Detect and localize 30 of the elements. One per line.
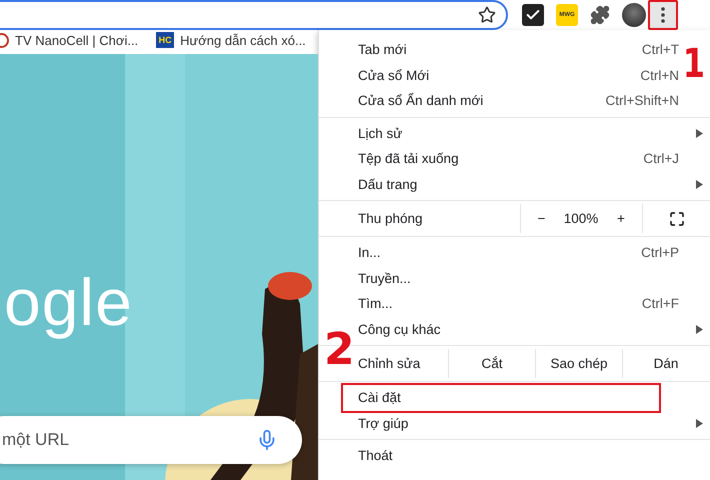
search-box[interactable]: một URL xyxy=(0,416,302,464)
checkmark-icon[interactable] xyxy=(522,4,544,26)
step-number: 1 xyxy=(682,44,706,84)
address-bar[interactable] xyxy=(0,0,508,30)
bookmark-star-icon[interactable] xyxy=(478,6,496,24)
menu-label: Thu phóng xyxy=(357,210,424,228)
menu-item[interactable]: Cửa sổ Ẩn danh mới Ctrl+Shift+N xyxy=(319,88,681,114)
menu-item[interactable]: Tab mới Ctrl+T xyxy=(319,37,681,62)
menu-item[interactable]: Tệp đã tải xuống Ctrl+J xyxy=(319,146,681,172)
logo-text: ogle xyxy=(4,264,133,340)
menu-icon xyxy=(661,7,665,23)
menu-item[interactable]: Tìm... Ctrl+F xyxy=(319,291,681,316)
menu-item[interactable]: In... Ctrl+P xyxy=(319,240,681,266)
favicon-icon: HC xyxy=(156,32,174,48)
bookmark-link[interactable]: Hướng dẫn cách xó... xyxy=(180,32,306,48)
menu-item[interactable]: Lịch sử xyxy=(319,120,681,146)
extensions-icon[interactable] xyxy=(590,5,610,25)
menu-item[interactable]: Cài đặt xyxy=(319,385,681,410)
bookmark-link[interactable]: TV NanoCell | Chơi... xyxy=(15,32,138,48)
menu-item[interactable]: Cửa sổ Mới Ctrl+N xyxy=(319,62,681,88)
menu-button[interactable] xyxy=(648,0,678,30)
menu-label: Chỉnh sửa xyxy=(357,355,422,373)
step-number: 2 xyxy=(324,328,355,372)
fullscreen-icon xyxy=(669,210,685,226)
menu-item[interactable]: Thoát xyxy=(319,443,681,468)
menu-item[interactable]: Dấu trang xyxy=(319,172,681,197)
profile-avatar[interactable] xyxy=(622,3,646,27)
menu-item[interactable]: Truyền... xyxy=(319,266,681,291)
zoom-level: 100% xyxy=(562,210,600,228)
menu-item[interactable]: Trợ giúp xyxy=(319,410,681,436)
